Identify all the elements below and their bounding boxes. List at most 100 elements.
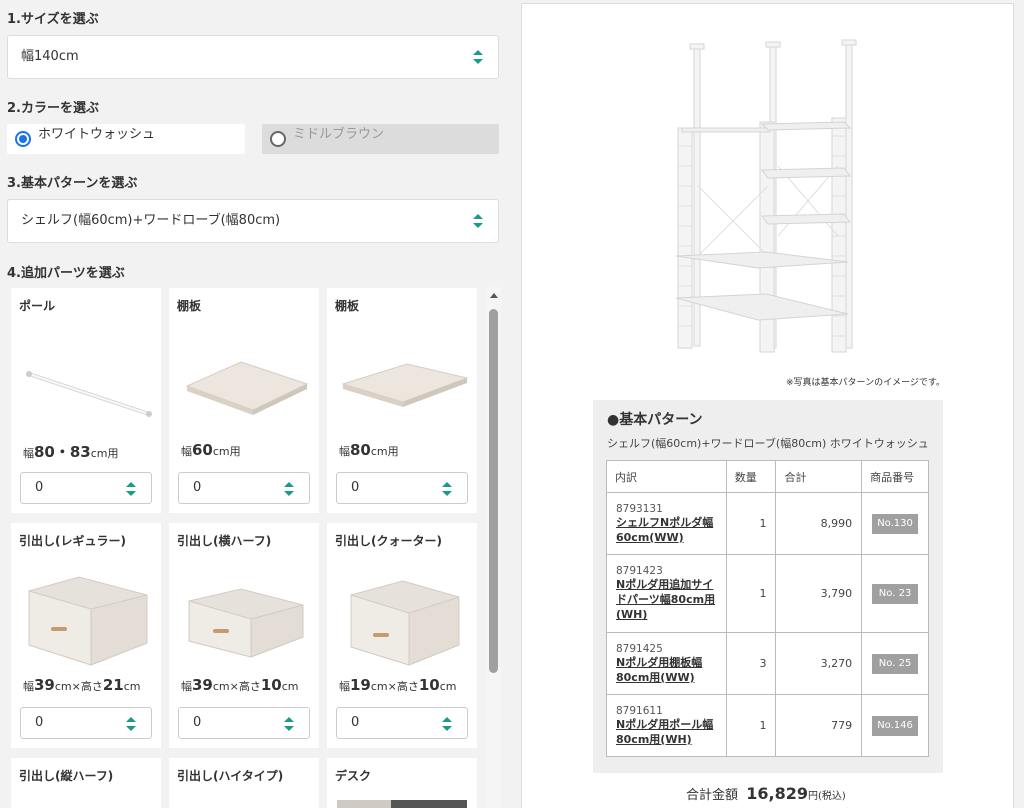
item-cell: 8793131 シェルフNポルダ幅60cm(WW) — [606, 492, 727, 555]
item-qty: 1 — [725, 492, 777, 555]
part-size: 幅39cm×高さ21cm — [23, 676, 141, 694]
select-arrows-icon — [284, 717, 294, 731]
scroll-up-arrow-icon[interactable] — [490, 293, 498, 298]
part-card-drawer-high: 引出し(ハイタイプ) — [169, 758, 319, 808]
item-code: 8791423 — [616, 565, 663, 577]
drawer-image-icon — [350, 580, 460, 666]
select-arrows-icon — [284, 482, 294, 496]
pattern-select[interactable]: シェルフ(幅60cm)+ワードローブ(幅80cm) — [7, 199, 499, 243]
detail-table: 内訳 数量 合計 商品番号 8793131 シェルフNポルダ幅60cm(WW) … — [606, 460, 929, 757]
item-name-link[interactable]: シェルフNポルダ幅60cm(WW) — [616, 515, 720, 545]
color-option-white-wash[interactable]: ホワイトウォッシュ — [7, 124, 245, 154]
photo-note: ※写真は基本パターンのイメージです。 — [786, 378, 946, 388]
select-arrows-icon — [126, 482, 136, 496]
select-arrows-icon — [473, 50, 483, 64]
select-arrows-icon — [473, 214, 483, 228]
product-no-badge: No.130 — [872, 513, 919, 534]
part-name: 引出し(横ハーフ) — [177, 534, 272, 548]
part-qty-select[interactable]: 0 — [20, 707, 152, 739]
shelf-board-image-icon — [341, 363, 469, 407]
table-row: 8791423 Nポルダ用追加サイドパーツ幅80cm用(WH) 1 3,790 … — [606, 554, 929, 633]
part-card-shelf-60: 棚板 幅60cm用 0 — [169, 288, 319, 513]
part-name: ポール — [19, 299, 56, 313]
select-arrows-icon — [442, 482, 452, 496]
radio-checked-icon — [15, 131, 31, 147]
part-qty-select[interactable]: 0 — [178, 472, 310, 504]
color-option-middle-brown[interactable]: ミドルブラウン — [262, 124, 499, 154]
part-card-drawer-vertical-half: 引出し(縦ハーフ) — [11, 758, 161, 808]
part-qty-select[interactable]: 0 — [336, 472, 468, 504]
part-name: 棚板 — [177, 299, 202, 313]
step-size-title: 1.サイズを選ぶ — [7, 12, 99, 27]
size-select[interactable]: 幅140cm — [7, 35, 499, 79]
total-unit: 円 — [808, 791, 819, 802]
part-card-drawer-quarter: 引出し(クォーター) 幅19cm×高さ10cm 0 — [327, 523, 477, 748]
part-size: 幅60cm用 — [181, 441, 241, 459]
total-amount: 16,829 — [746, 784, 809, 803]
drawer-image-icon — [188, 588, 304, 658]
item-total: 8,990 — [775, 492, 863, 555]
item-code: 8793131 — [616, 502, 663, 515]
configurator-page: 1.サイズを選ぶ 幅140cm 2.カラーを選ぶ ホワイトウォッシュ ミドルブラ… — [0, 0, 1024, 808]
item-name-link[interactable]: Nポルダ用追加サイドパーツ幅80cm用(WH) — [616, 577, 720, 622]
total-tax-note: (税込) — [818, 791, 846, 802]
item-cell: 8791425 Nポルダ用棚板幅80cm用(WW) — [606, 632, 727, 695]
col-qty: 数量 — [725, 460, 777, 493]
part-name: 引出し(縦ハーフ) — [19, 769, 114, 783]
item-code: 8791611 — [616, 704, 663, 717]
table-row: 8791425 Nポルダ用棚板幅80cm用(WW) 3 3,270 No. 25 — [606, 632, 929, 695]
item-code: 8791425 — [616, 642, 663, 655]
parts-scrollbar[interactable] — [486, 287, 501, 808]
part-qty-select[interactable]: 0 — [20, 472, 152, 504]
size-select-value: 幅140cm — [21, 49, 79, 64]
item-cell: 8791423 Nポルダ用追加サイドパーツ幅80cm用(WH) — [606, 554, 727, 633]
table-row: 8791611 Nポルダ用ポール幅80cm用(WH) 1 779 No.146 — [606, 694, 929, 757]
part-name: 引出し(クォーター) — [335, 534, 442, 548]
part-card-shelf-80: 棚板 幅80cm用 0 — [327, 288, 477, 513]
part-size: 幅19cm×高さ10cm — [339, 676, 457, 694]
radio-unchecked-icon — [270, 131, 286, 147]
part-size: 幅80・83cm用 — [23, 443, 119, 461]
item-total: 779 — [775, 694, 863, 757]
part-qty-select[interactable]: 0 — [336, 707, 468, 739]
col-product-no: 商品番号 — [861, 460, 929, 493]
part-name: 引出し(ハイタイプ) — [177, 769, 284, 783]
scroll-thumb[interactable] — [489, 309, 498, 673]
shelf-board-image-icon — [185, 361, 309, 415]
product-no-badge: No. 23 — [872, 583, 919, 604]
table-row: 8793131 シェルフNポルダ幅60cm(WW) 1 8,990 No.130 — [606, 492, 929, 555]
summary-title: ●基本パターン — [607, 412, 703, 428]
part-card-pole: ポール 幅80・83cm用 0 — [11, 288, 161, 513]
part-card-drawer-regular: 引出し(レギュラー) 幅39cm×高さ21cm 0 — [11, 523, 161, 748]
part-size: 幅80cm用 — [339, 441, 399, 459]
part-name: 棚板 — [335, 299, 360, 313]
step-color-title: 2.カラーを選ぶ — [7, 101, 99, 116]
step-parts-title: 4.追加パーツを選ぶ — [7, 266, 125, 281]
item-total: 3,270 — [775, 632, 863, 695]
shelf-preview-image — [675, 39, 857, 353]
total-price: 合計金額 16,829円(税込) — [686, 784, 846, 803]
pattern-select-value: シェルフ(幅60cm)+ワードローブ(幅80cm) — [21, 213, 281, 228]
base-pattern-summary: ●基本パターン シェルフ(幅60cm)+ワードローブ(幅80cm) ホワイトウォ… — [593, 400, 943, 773]
part-name: デスク — [335, 769, 372, 783]
part-card-desk: デスク — [327, 758, 477, 808]
part-size: 幅39cm×高さ10cm — [181, 676, 299, 694]
part-name: 引出し(レギュラー) — [19, 534, 126, 548]
color-option-label: ミドルブラウン — [293, 127, 385, 142]
parts-list[interactable]: ポール 幅80・83cm用 0 棚板 幅60cm用 0 棚板 幅80cm用 0 … — [7, 287, 501, 808]
drawer-image-icon — [28, 576, 148, 666]
select-arrows-icon — [126, 717, 136, 731]
step-pattern-title: 3.基本パターンを選ぶ — [7, 176, 138, 191]
part-card-drawer-half: 引出し(横ハーフ) 幅39cm×高さ10cm 0 — [169, 523, 319, 748]
product-no-badge: No.146 — [872, 715, 919, 736]
item-name-link[interactable]: Nポルダ用ポール幅80cm用(WH) — [616, 717, 720, 747]
item-name-link[interactable]: Nポルダ用棚板幅80cm用(WW) — [616, 655, 720, 685]
select-arrows-icon — [442, 717, 452, 731]
pole-image-icon — [26, 371, 152, 417]
item-qty: 1 — [725, 554, 777, 633]
item-qty: 1 — [725, 694, 777, 757]
item-qty: 3 — [725, 632, 777, 695]
col-total: 合計 — [775, 460, 863, 493]
total-label: 合計金額 — [686, 788, 739, 803]
part-qty-select[interactable]: 0 — [178, 707, 310, 739]
